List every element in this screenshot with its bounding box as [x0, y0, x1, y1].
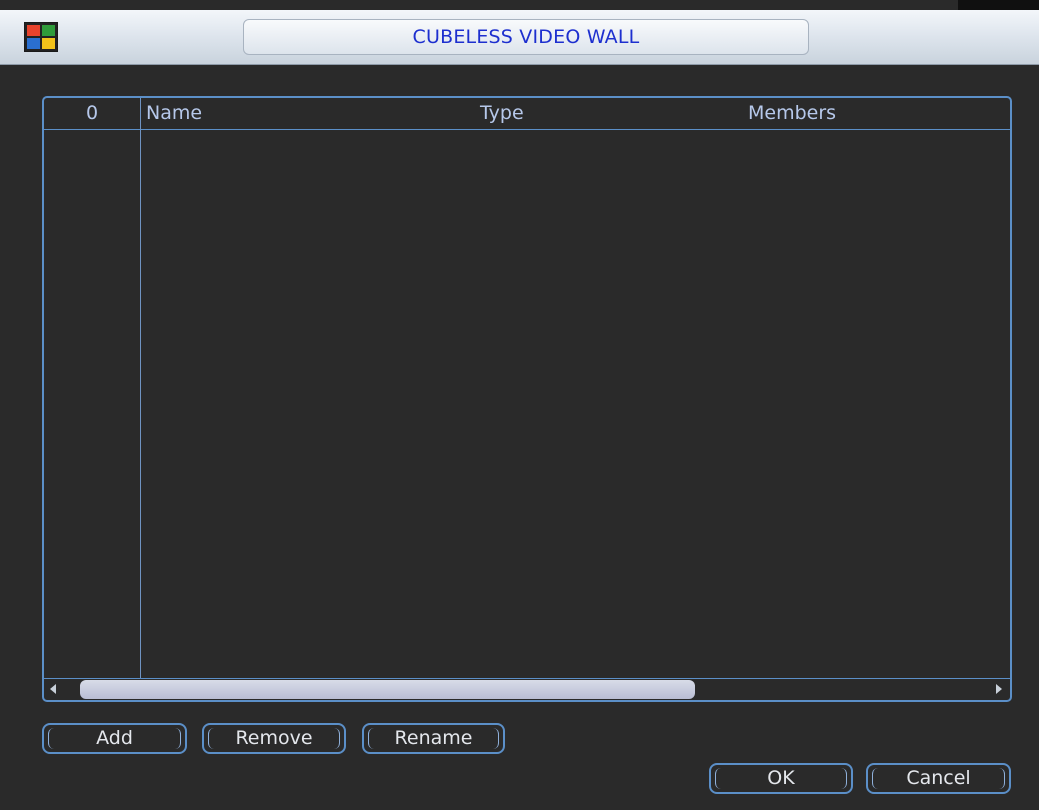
column-header-index[interactable]: 0	[44, 98, 140, 129]
table-header: 0 Name Type Members	[44, 98, 1010, 130]
scroll-thumb[interactable]	[80, 680, 695, 699]
horizontal-scrollbar[interactable]	[44, 678, 1010, 700]
remove-button[interactable]: Remove	[202, 723, 346, 754]
column-header-name[interactable]: Name	[146, 98, 202, 129]
scroll-track[interactable]	[80, 679, 988, 700]
ok-button[interactable]: OK	[709, 763, 853, 794]
cancel-button-label: Cancel	[906, 767, 971, 789]
ok-button-label: OK	[767, 767, 795, 789]
video-wall-table[interactable]: 0 Name Type Members	[42, 96, 1012, 702]
column-header-type[interactable]: Type	[480, 98, 524, 129]
window-title: CUBELESS VIDEO WALL	[243, 19, 809, 55]
title-bar: CUBELESS VIDEO WALL	[0, 10, 1039, 65]
rename-button-label: Rename	[394, 727, 473, 749]
video-wall-grid-icon	[24, 22, 58, 52]
add-button-label: Add	[96, 727, 133, 749]
column-header-members[interactable]: Members	[748, 98, 836, 129]
add-button[interactable]: Add	[42, 723, 187, 754]
rename-button[interactable]: Rename	[362, 723, 505, 754]
remove-button-label: Remove	[235, 727, 313, 749]
scroll-left-arrow-icon[interactable]	[50, 684, 56, 694]
cancel-button[interactable]: Cancel	[866, 763, 1011, 794]
column-divider	[140, 98, 141, 678]
scroll-right-arrow-icon[interactable]	[996, 684, 1002, 694]
